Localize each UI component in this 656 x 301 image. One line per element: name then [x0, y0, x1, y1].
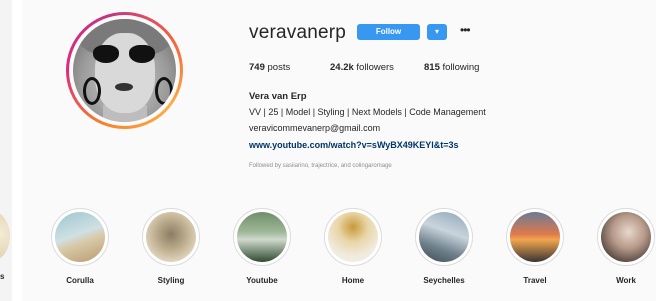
- followed-by-text[interactable]: Followed by sasiiarino, trajectrice, and…: [249, 163, 392, 169]
- profile-avatar-ring[interactable]: [66, 12, 183, 129]
- highlight-travel[interactable]: Travel: [505, 208, 565, 292]
- highlight-label: Travel: [523, 276, 547, 285]
- bio-website-link[interactable]: www.youtube.com/watch?v=sWyBX49KEYl&t=3s: [249, 140, 459, 150]
- posts-label: posts: [267, 62, 291, 73]
- posts-stat: 749 posts: [249, 62, 290, 73]
- bio-email: veravicommevanerp@gmail.com: [249, 123, 381, 133]
- followers-label: followers: [356, 62, 394, 73]
- posts-count: 749: [249, 62, 265, 73]
- highlight-label: Styling: [157, 276, 185, 285]
- followers-count: 24.2k: [330, 62, 354, 73]
- chevron-down-icon: ▾: [434, 27, 439, 36]
- profile-full-name: Vera van Erp: [249, 91, 307, 102]
- highlight-label: Work: [616, 276, 636, 285]
- highlight-label: Home: [341, 276, 365, 285]
- avatar: [73, 19, 176, 122]
- highlight-home[interactable]: Home: [323, 208, 383, 292]
- suggested-accounts-button[interactable]: ▾: [427, 24, 447, 40]
- highlight-work[interactable]: Work: [596, 208, 656, 292]
- bio-text: VV | 25 | Model | Styling | Next Models …: [249, 107, 486, 117]
- highlight-seychelles[interactable]: Seychelles: [414, 208, 474, 292]
- highlight-label: Youtube: [246, 276, 278, 285]
- profile-username: veravanerp: [249, 22, 347, 43]
- highlight-youtube[interactable]: Youtube: [232, 208, 292, 292]
- following-stat[interactable]: 815 following: [424, 62, 479, 73]
- highlight-label: Seychelles: [423, 276, 465, 285]
- followers-stat[interactable]: 24.2k followers: [330, 62, 394, 73]
- more-options-icon[interactable]: •••: [460, 23, 471, 37]
- highlight-corulla[interactable]: Corulla: [50, 208, 110, 292]
- following-count: 815: [424, 62, 440, 73]
- highlight-label: Corulla: [66, 276, 94, 285]
- highlight-styling[interactable]: Styling: [141, 208, 201, 292]
- following-label: following: [442, 62, 480, 73]
- follow-button[interactable]: Follow: [357, 24, 420, 40]
- highlight-partial-label: s: [0, 272, 5, 281]
